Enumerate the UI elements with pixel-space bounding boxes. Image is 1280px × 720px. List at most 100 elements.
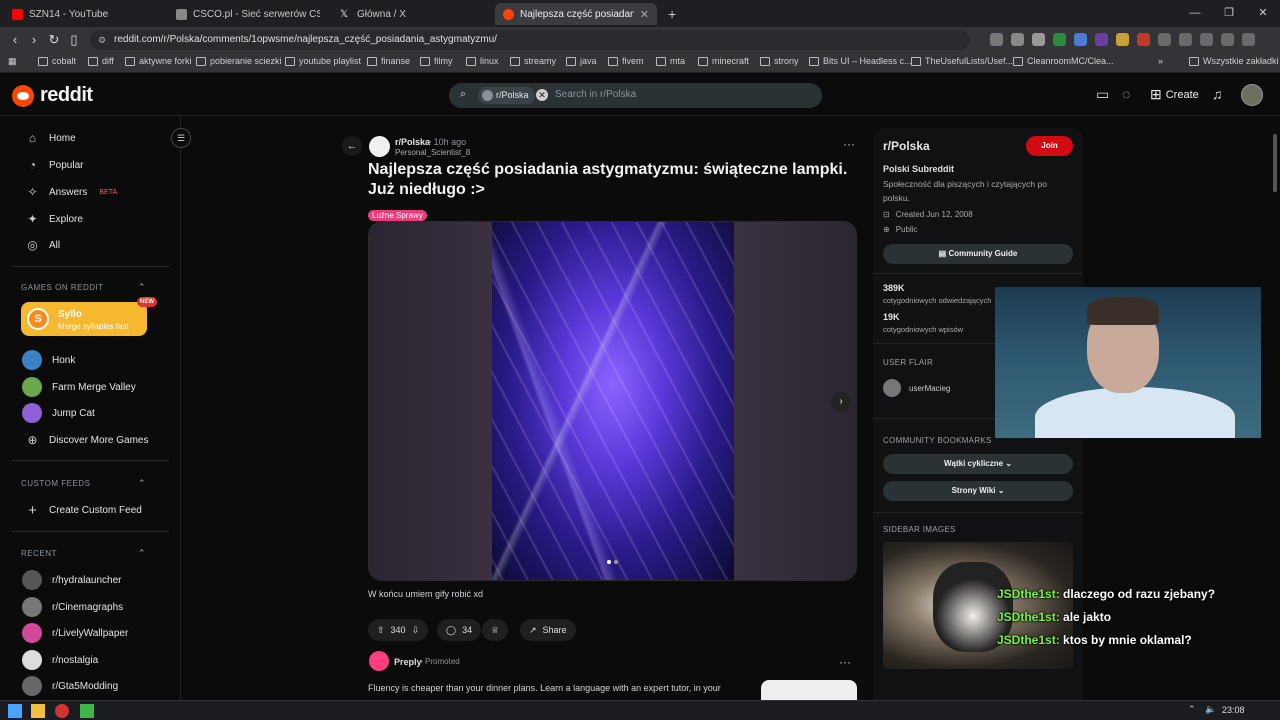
bookmark-linux[interactable]: linux xyxy=(466,56,499,66)
recent-cinemagraphs[interactable]: r/Cinemagraphs xyxy=(22,597,123,617)
chevron-up-icon[interactable]: ⌃ xyxy=(138,478,146,489)
bookmark-cobalt[interactable]: cobalt xyxy=(38,56,76,66)
post-subreddit-link[interactable]: r/Polska xyxy=(395,137,430,147)
post-media-gallery[interactable]: › xyxy=(368,221,857,581)
taskbar-clock[interactable]: 23:08 xyxy=(1222,705,1245,715)
close-window-icon[interactable]: ✕ xyxy=(1246,0,1280,27)
downloads-icon[interactable] xyxy=(1200,33,1213,46)
search-scope-chip[interactable]: r/Polska xyxy=(478,87,535,104)
chevron-up-icon[interactable]: ⌃ xyxy=(138,548,146,559)
user-flair[interactable]: userMacieg xyxy=(883,379,950,397)
christmas-lights-image[interactable] xyxy=(492,222,734,580)
purple-extension-icon[interactable] xyxy=(1095,33,1108,46)
bookmark-strony[interactable]: strony xyxy=(760,56,799,66)
preply-avatar[interactable] xyxy=(369,651,389,671)
discover-more-games[interactable]: ⊕ Discover More Games xyxy=(26,434,148,447)
bookmark-diff[interactable]: diff xyxy=(88,56,114,66)
sidebar-subreddit-name[interactable]: r/Polska xyxy=(883,139,930,153)
chat-icon[interactable]: ◌ xyxy=(1122,86,1130,102)
bookmark-pobieranie-sciezki[interactable]: pobieranie sciezki xyxy=(196,56,282,66)
bookmark-finanse[interactable]: finanse xyxy=(367,56,410,66)
nav-answers[interactable]: ✧ Answers BETA xyxy=(26,186,117,199)
bookmark-strony-wiki[interactable]: Strony Wiki ⌄ xyxy=(883,481,1073,501)
bookmark-filmy[interactable]: filmy xyxy=(420,56,453,66)
app-icon[interactable] xyxy=(80,704,94,718)
start-icon[interactable] xyxy=(8,704,22,718)
promo-advertiser[interactable]: Preply xyxy=(394,657,422,667)
checkmark-extension-icon[interactable] xyxy=(1053,33,1066,46)
yellow-extension-icon[interactable] xyxy=(1116,33,1129,46)
pagination-dot[interactable] xyxy=(614,560,618,564)
media-icon[interactable] xyxy=(1221,33,1234,46)
recent-hydralauncher[interactable]: r/hydralauncher xyxy=(22,570,121,590)
notifications-bell-icon[interactable]: ♫ xyxy=(1212,86,1223,102)
game-farm-merge-valley[interactable]: Farm Merge Valley xyxy=(22,377,136,397)
back-icon[interactable]: ‹ xyxy=(6,31,24,49)
apps-grid-icon[interactable]: ▦ xyxy=(8,56,17,67)
promo-text[interactable]: Fluency is cheaper than your dinner plan… xyxy=(368,683,748,693)
recent-livelywallpaper[interactable]: r/LivelyWallpaper xyxy=(22,623,128,643)
bookmark-minecraft[interactable]: minecraft xyxy=(698,56,749,66)
shield-icon[interactable] xyxy=(1032,33,1045,46)
browser-tab-csco[interactable]: CSCO.pl - Sieć serwerów CS:Legacy xyxy=(168,3,328,25)
back-button[interactable]: ← xyxy=(342,136,362,156)
sidebar-cat-image[interactable] xyxy=(883,542,1073,669)
award-button[interactable]: ♕ xyxy=(482,619,509,641)
remove-scope-icon[interactable]: ✕ xyxy=(536,89,548,101)
user-avatar[interactable] xyxy=(1241,84,1263,106)
community-guide-button[interactable]: ▤ Community Guide xyxy=(883,244,1073,264)
join-button[interactable]: Join xyxy=(1026,136,1073,156)
all-bookmarks-folder[interactable]: Wszystkie zakładki xyxy=(1189,56,1279,66)
share-button[interactable]: ↗ Share xyxy=(520,619,576,641)
file-explorer-icon[interactable] xyxy=(31,704,45,718)
restore-icon[interactable]: ❐ xyxy=(1212,0,1246,27)
recent-gta5modding[interactable]: r/Gta5Modding xyxy=(22,676,118,696)
nav-all[interactable]: ◎ All xyxy=(26,239,60,252)
bookmark-cleanroommc[interactable]: CleanroomMC/Clea... xyxy=(1013,56,1114,66)
site-info-icon[interactable]: ⚙ xyxy=(98,30,106,50)
upvote-icon[interactable]: ⇧ xyxy=(377,625,385,636)
share-page-icon[interactable] xyxy=(1011,33,1024,46)
url-field[interactable]: ⚙ reddit.com/r/Polska/comments/1opwsme/n… xyxy=(90,30,970,50)
bookmark-aktywne-forki[interactable]: aktywne forki xyxy=(125,56,192,66)
extensions-puzzle-icon[interactable] xyxy=(1158,33,1171,46)
browser-menu-icon[interactable] xyxy=(1242,33,1255,46)
pagination-dot[interactable] xyxy=(607,560,611,564)
game-jump-cat[interactable]: Jump Cat xyxy=(22,403,95,423)
bookmark-usefullists[interactable]: TheUsefulLists/Usef... xyxy=(911,56,1013,66)
bookmark-java[interactable]: java xyxy=(566,56,597,66)
create-post-button[interactable]: ⊞ Create xyxy=(1150,86,1199,103)
search-bar[interactable]: ⌕ r/Polska ✕ Search in r/Polska xyxy=(449,83,822,108)
minimize-icon[interactable]: — xyxy=(1178,0,1212,27)
nav-home[interactable]: ⌂ Home xyxy=(26,132,76,145)
nav-popular[interactable]: ◔ Popular xyxy=(26,159,84,172)
create-custom-feed[interactable]: + Create Custom Feed xyxy=(26,503,142,518)
game-honk[interactable]: Honk xyxy=(22,350,75,370)
post-author[interactable]: Personal_Scientist_8 xyxy=(395,148,470,157)
reddit-logo[interactable]: reddit xyxy=(12,84,93,107)
bookmark-streamy[interactable]: streamy xyxy=(510,56,556,66)
opera-icon[interactable] xyxy=(55,704,69,718)
browser-tab-x[interactable]: 𝕏 Główna / X xyxy=(332,3,492,25)
recent-nostalgia[interactable]: r/nostalgia xyxy=(22,650,98,670)
promo-overflow-menu-icon[interactable]: ··· xyxy=(839,655,851,669)
scrollbar-thumb[interactable] xyxy=(1273,134,1277,192)
next-slide-icon[interactable]: › xyxy=(831,392,851,412)
promo-thumbnail[interactable] xyxy=(761,680,857,700)
post-flair[interactable]: Luźne Sprawy xyxy=(368,210,427,221)
bookmark-icon[interactable]: ▯ xyxy=(65,31,83,49)
reload-icon[interactable]: ↻ xyxy=(45,31,63,49)
bookmark-fivem[interactable]: fivem xyxy=(608,56,644,66)
custom-feeds-header[interactable]: CUSTOM FEEDS ⌃ xyxy=(21,478,146,489)
new-tab-button[interactable]: + xyxy=(660,3,684,25)
advertise-icon[interactable]: ▭ xyxy=(1096,86,1109,103)
downvote-icon[interactable]: ⇩ xyxy=(412,625,420,636)
browser-tab-reddit[interactable]: Najlepsza część posiadania astyg ✕ xyxy=(495,3,657,25)
syllo-game-card[interactable]: S Syllo Merge syllables fast NEW xyxy=(21,297,157,336)
collapse-sidebar-icon[interactable]: ☰ xyxy=(171,128,191,148)
sidebar-toggle-icon[interactable] xyxy=(1179,33,1192,46)
volume-icon[interactable]: 🔈 xyxy=(1205,704,1219,718)
tray-chevron-icon[interactable]: ⌃ xyxy=(1188,704,1202,718)
red-extension-icon[interactable] xyxy=(1137,33,1150,46)
post-overflow-menu-icon[interactable]: ··· xyxy=(843,137,855,151)
